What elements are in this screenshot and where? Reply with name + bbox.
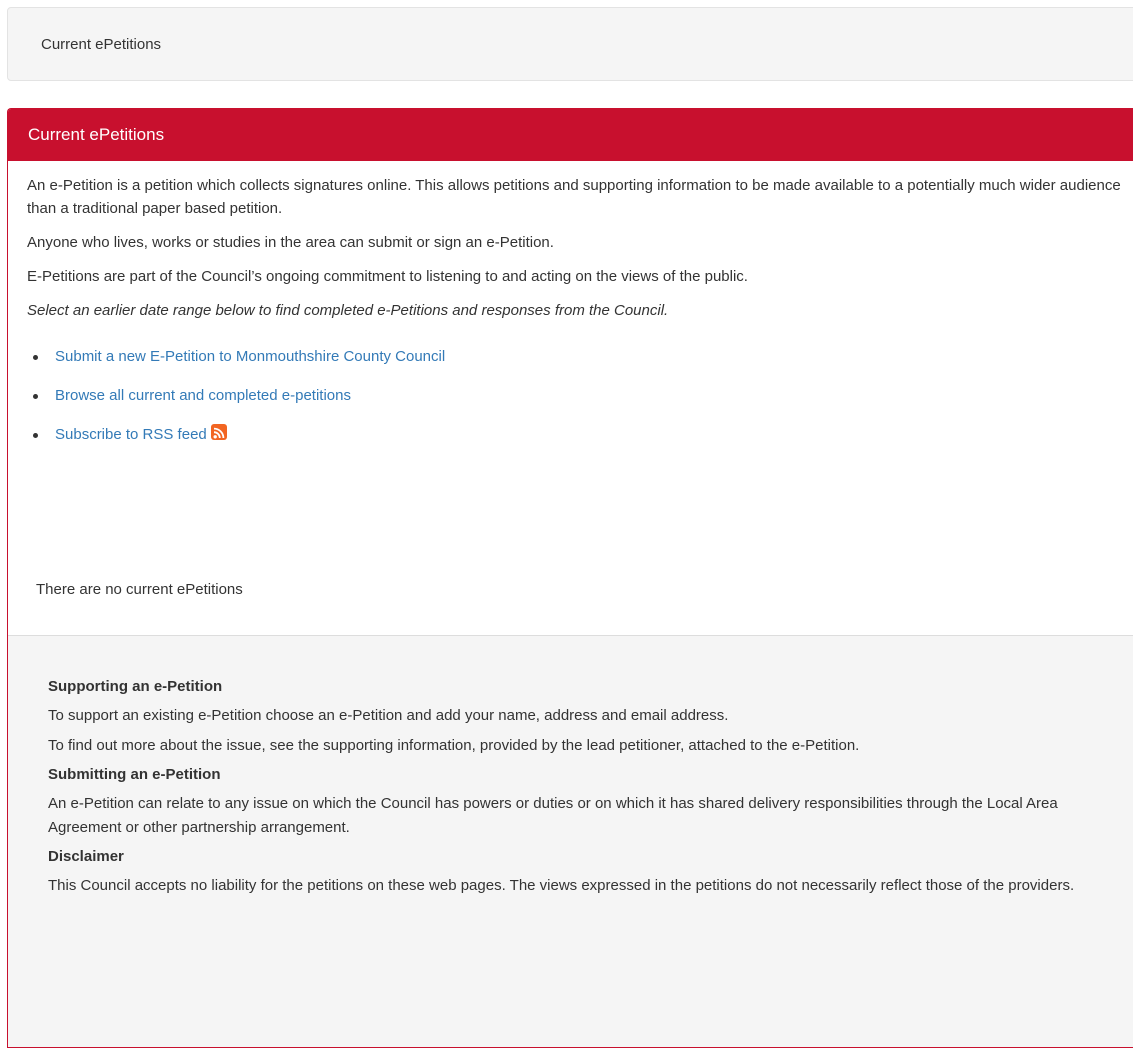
date-range-hint: Select an earlier date range below to fi… <box>27 302 669 319</box>
submit-petition-link[interactable]: Submit a new E-Petition to Monmouthshire… <box>55 348 445 365</box>
petition-info-footer: Supporting an e-Petition To support an e… <box>8 635 1133 1047</box>
commitment-paragraph: E-Petitions are part of the Council’s on… <box>27 268 748 285</box>
list-item: Browse all current and completed e-petit… <box>27 383 1129 422</box>
browse-petitions-link[interactable]: Browse all current and completed e-petit… <box>55 387 351 404</box>
list-item: Submit a new E-Petition to Monmouthshire… <box>27 344 1129 383</box>
breadcrumb-current: Current ePetitions <box>41 35 162 53</box>
panel-title: Current ePetitions <box>28 125 165 144</box>
panel-heading: Current ePetitions <box>8 109 1133 161</box>
supporting-heading: Supporting an e-Petition <box>48 678 223 695</box>
disclaimer-heading: Disclaimer <box>48 848 124 865</box>
submitting-paragraph: An e-Petition can relate to any issue on… <box>48 795 1058 836</box>
list-item: Subscribe to RSS feed <box>27 422 1129 461</box>
rss-feed-link[interactable]: Subscribe to RSS feed <box>55 426 207 443</box>
supporting-paragraph: To support an existing e-Petition choose… <box>48 707 729 724</box>
disclaimer-paragraph: This Council accepts no liability for th… <box>48 877 1075 894</box>
breadcrumb: Current ePetitions <box>7 7 1133 81</box>
epetitions-panel: Current ePetitions An e-Petition is a pe… <box>7 108 1133 1048</box>
rss-link-label: Subscribe to RSS feed <box>55 426 207 443</box>
petition-links: Submit a new E-Petition to Monmouthshire… <box>27 344 1129 461</box>
empty-state-message: There are no current ePetitions <box>36 581 243 598</box>
supporting-paragraph: To find out more about the issue, see th… <box>48 737 860 754</box>
eligibility-paragraph: Anyone who lives, works or studies in th… <box>27 234 554 251</box>
intro-paragraph: An e-Petition is a petition which collec… <box>27 177 1121 217</box>
rss-icon[interactable] <box>210 424 227 440</box>
panel-body: An e-Petition is a petition which collec… <box>8 161 1133 461</box>
submitting-heading: Submitting an e-Petition <box>48 766 221 783</box>
